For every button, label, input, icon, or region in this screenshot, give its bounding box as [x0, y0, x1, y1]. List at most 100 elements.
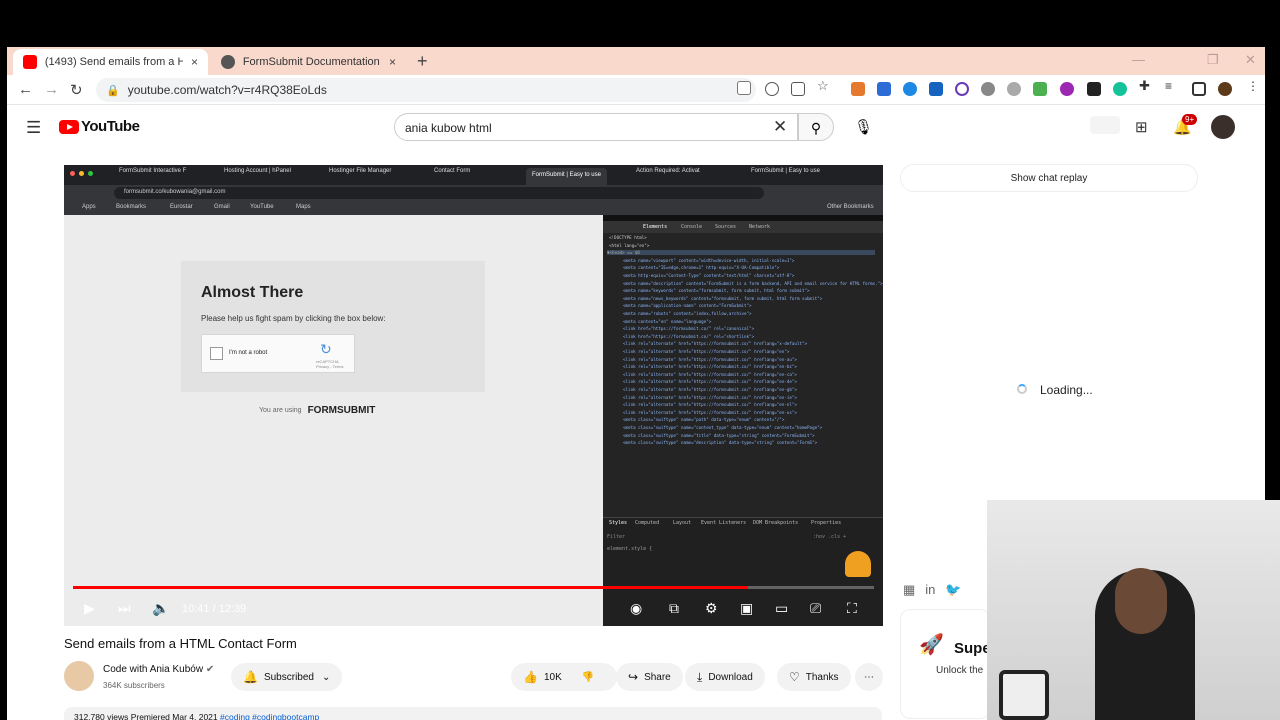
tab-strip: (1493) Send emails from a HTML × FormSub… — [7, 47, 1265, 75]
devtools-tab: Sources — [715, 224, 737, 230]
extension-shield-icon[interactable] — [929, 82, 943, 96]
search-button[interactable]: ⚲ — [798, 113, 834, 141]
mac-zoom-dot-icon — [88, 171, 93, 176]
settings-gear-icon[interactable]: ⚙ — [705, 600, 718, 617]
code-line: <meta class="swiftype" name="content_typ… — [623, 425, 823, 430]
miniplayer-icon[interactable]: ▣ — [740, 600, 753, 617]
progress-bar[interactable] — [73, 586, 874, 589]
extension-purple-icon[interactable] — [955, 82, 969, 96]
zoom-magnifier-icon[interactable] — [765, 82, 779, 96]
other-bookmarks: Other Bookmarks — [827, 204, 874, 210]
webcam-overlay — [987, 500, 1280, 720]
channel-name-text: Code with Ania Kubów — [103, 664, 204, 675]
tab-close-icon[interactable]: × — [389, 55, 396, 69]
like-count[interactable]: 10K — [544, 672, 562, 683]
extension-green-icon[interactable] — [1033, 82, 1047, 96]
subscribed-button[interactable]: 🔔 Subscribed ⌄ — [231, 663, 343, 691]
code-line: <meta http-equiv="Content-Type" content=… — [623, 273, 795, 278]
code-line: <meta content="IE=edge,chrome=1" http-eq… — [623, 265, 780, 271]
tab-close-icon[interactable]: × — [191, 55, 198, 69]
extension-badge-icon[interactable] — [1090, 116, 1120, 134]
search-input[interactable]: ania kubow html — [394, 113, 798, 141]
tab-formsubmit[interactable]: FormSubmit Documentation × — [211, 49, 406, 75]
code-line: <link rel="alternate" href="https://form… — [623, 371, 797, 377]
hashtags[interactable]: #coding #codingbootcamp — [220, 712, 319, 720]
linkedin-icon[interactable]: in — [925, 582, 935, 598]
thumbs-up-icon[interactable]: 👍 — [523, 670, 538, 684]
extension-blue-icon[interactable] — [877, 82, 891, 96]
address-bar[interactable]: 🔒 youtube.com/watch?v=r4RQ38EoLds — [96, 78, 756, 102]
autoplay-toggle-icon[interactable]: ◉ — [630, 600, 642, 617]
styles-tab: Properties — [811, 520, 842, 526]
code-line: <meta class="swiftype" name="path" data-… — [623, 417, 785, 423]
show-chat-replay-button[interactable]: Show chat replay — [900, 164, 1198, 192]
hamburger-menu-icon[interactable]: ☰ — [26, 118, 41, 138]
maximize-icon[interactable]: ❐ — [1207, 52, 1219, 68]
code-line: <meta class="swiftype" name="title" data… — [623, 432, 815, 438]
grid-icon[interactable]: ▦ — [903, 582, 915, 598]
extension-robot-icon[interactable] — [1007, 82, 1021, 96]
cast-icon[interactable]: ⎚ — [810, 600, 821, 617]
grammarly-icon[interactable] — [1113, 82, 1127, 96]
video-tab-active: FormSubmit | Easy to use — [526, 168, 607, 185]
side-panel-icon[interactable] — [1192, 82, 1206, 96]
theater-mode-icon[interactable]: ▭ — [775, 600, 788, 617]
volume-icon[interactable]: 🔈 — [152, 600, 169, 617]
devtools-tab: Network — [749, 224, 771, 230]
account-avatar[interactable] — [1211, 115, 1235, 139]
mac-minimize-dot-icon — [79, 171, 84, 176]
code-line: <meta name="keywords" content="formsubmi… — [623, 288, 810, 294]
heart-dollar-icon: ♡ — [789, 670, 800, 684]
extension-bug-icon[interactable] — [981, 82, 995, 96]
download-label: Download — [708, 671, 753, 683]
fullscreen-icon[interactable]: ⛶ — [847, 600, 857, 617]
forward-arrow-icon[interactable]: → — [44, 81, 59, 98]
more-actions-button[interactable]: ⋯ — [855, 663, 883, 691]
code-line: <link rel="alternate" href="https://form… — [623, 394, 797, 400]
code-line: <meta name="viewport" content="width=dev… — [623, 257, 795, 263]
code-line: <meta name="description" content="FormSu… — [623, 280, 883, 286]
loading-text: Loading... — [1040, 383, 1093, 397]
share-page-icon[interactable] — [791, 82, 805, 96]
minimize-icon[interactable]: — — [1132, 52, 1145, 67]
video-page-content: Almost There Please help us fight spam b… — [64, 215, 603, 626]
play-icon[interactable]: ▶ — [84, 600, 95, 617]
promo-card[interactable]: 🚀 Supe Unlock the — [900, 609, 991, 719]
extension-circle-icon[interactable] — [903, 82, 917, 96]
metamask-extension-icon[interactable] — [851, 82, 865, 96]
youtube-logo[interactable]: YouTube — [59, 118, 140, 135]
styles-tab: Layout — [673, 520, 692, 526]
video-player[interactable]: FormSubmit Interactive F Hosting Account… — [64, 165, 883, 626]
video-title: Send emails from a HTML Contact Form — [64, 636, 297, 651]
tab-youtube[interactable]: (1493) Send emails from a HTML × — [13, 49, 208, 75]
thanks-button[interactable]: ♡ Thanks — [777, 663, 851, 691]
new-tab-button[interactable]: + — [417, 51, 428, 72]
share-icons-row: ▦ in 🐦 — [903, 582, 962, 598]
description-box[interactable]: 312,780 views Premiered Mar 4, 2021 #cod… — [64, 707, 882, 720]
clear-search-icon[interactable]: ✕ — [773, 117, 787, 137]
media-queue-icon[interactable]: ≡ — [1165, 79, 1179, 93]
formsubmit-footer: You are using FORMSUBMIT — [259, 405, 375, 416]
channel-avatar[interactable] — [64, 661, 94, 691]
install-app-icon[interactable] — [737, 81, 751, 95]
create-video-icon[interactable]: ⊞ — [1135, 118, 1148, 136]
extensions-puzzle-icon[interactable]: ✚ — [1139, 78, 1153, 93]
reload-icon[interactable]: ↻ — [70, 81, 83, 99]
close-window-icon[interactable]: ✕ — [1245, 52, 1256, 68]
thanks-label: Thanks — [805, 671, 839, 683]
code-line: <link rel="alternate" href="https://form… — [623, 387, 797, 392]
extension-terminal-icon[interactable] — [1087, 82, 1101, 96]
channel-name[interactable]: Code with Ania Kubów ✔ — [103, 664, 214, 675]
profile-avatar-icon[interactable] — [1218, 82, 1232, 96]
back-arrow-icon[interactable]: ← — [18, 81, 33, 98]
next-icon[interactable]: ⏭ — [118, 600, 131, 617]
microphone-icon[interactable]: 🎙 — [854, 118, 873, 136]
browser-menu-icon[interactable]: ⋮ — [1247, 79, 1261, 93]
subtitles-icon[interactable]: ⧉ — [669, 600, 679, 617]
thumbs-down-icon[interactable]: 👎 — [582, 672, 594, 683]
bookmark-star-icon[interactable]: ☆ — [817, 78, 831, 93]
twitter-icon[interactable]: 🐦 — [945, 582, 961, 598]
download-button[interactable]: ⤓ Download — [685, 663, 765, 691]
share-button[interactable]: ↪ Share — [616, 663, 683, 691]
extension-violet-icon[interactable] — [1060, 82, 1074, 96]
